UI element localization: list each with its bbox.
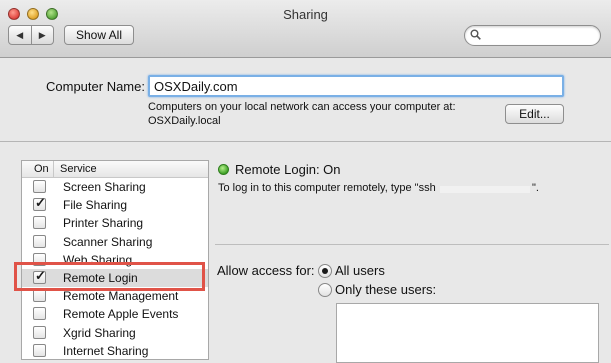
computer-name-label: Computer Name: <box>46 79 145 94</box>
service-checkbox[interactable] <box>33 216 46 229</box>
service-list-header: On Service <box>22 161 208 178</box>
section-divider <box>0 141 611 142</box>
service-name: Remote Apple Events <box>63 307 179 321</box>
service-checkbox[interactable] <box>33 326 46 339</box>
service-row[interactable]: Printer Sharing <box>22 214 208 232</box>
only-these-users-radio[interactable] <box>318 283 332 297</box>
service-checkbox[interactable] <box>33 180 46 193</box>
service-name: Xgrid Sharing <box>63 326 136 340</box>
allowed-users-list[interactable] <box>336 303 599 363</box>
column-header-service[interactable]: Service <box>54 161 97 177</box>
service-row[interactable]: ✓ File Sharing <box>22 195 208 214</box>
annotation-highlight-box <box>14 262 205 291</box>
back-arrow-icon[interactable]: ◀ <box>9 26 31 44</box>
service-checkbox[interactable] <box>33 307 46 320</box>
forward-arrow-icon[interactable]: ▶ <box>30 26 54 44</box>
service-checkbox[interactable] <box>33 235 46 248</box>
service-name: Remote Management <box>63 289 179 303</box>
show-all-button[interactable]: Show All <box>64 25 134 45</box>
service-row[interactable]: Remote Apple Events <box>22 305 208 323</box>
redacted-text <box>440 186 530 193</box>
back-forward-control: ◀ ▶ <box>8 25 54 45</box>
checkmark-icon: ✓ <box>35 195 46 210</box>
all-users-radio[interactable] <box>318 264 332 278</box>
computer-name-field[interactable]: OSXDaily.com <box>148 75 564 97</box>
service-name: Printer Sharing <box>63 216 144 230</box>
window-titlebar: Sharing ◀ ▶ Show All <box>0 0 611 58</box>
service-row[interactable]: Internet Sharing <box>22 342 208 360</box>
network-info-text: Computers on your local network can acce… <box>148 101 456 113</box>
search-field[interactable] <box>464 25 601 46</box>
instruction-text-suffix: ". <box>532 182 539 194</box>
only-these-users-label[interactable]: Only these users: <box>335 282 436 297</box>
allow-access-label: Allow access for: <box>217 263 315 278</box>
window-title: Sharing <box>283 7 328 22</box>
all-users-label[interactable]: All users <box>335 263 385 278</box>
service-row[interactable]: Scanner Sharing <box>22 233 208 251</box>
service-row[interactable]: Xgrid Sharing <box>22 324 208 342</box>
search-icon <box>470 29 481 40</box>
status-indicator-icon <box>218 164 229 175</box>
service-checkbox[interactable] <box>33 344 46 357</box>
edit-button[interactable]: Edit... <box>505 104 564 124</box>
instruction-text-prefix: To log in to this computer remotely, typ… <box>218 182 436 194</box>
service-status-text: Remote Login: On <box>235 162 341 177</box>
service-name: Screen Sharing <box>63 180 146 194</box>
service-name: Internet Sharing <box>63 344 149 358</box>
service-name: File Sharing <box>63 198 128 212</box>
local-hostname-text: OSXDaily.local <box>148 115 221 127</box>
column-header-on[interactable]: On <box>22 161 54 177</box>
service-name: Scanner Sharing <box>63 235 153 249</box>
detail-separator <box>215 244 609 245</box>
service-checkbox[interactable]: ✓ <box>33 195 46 211</box>
service-row[interactable]: Screen Sharing <box>22 178 208 196</box>
